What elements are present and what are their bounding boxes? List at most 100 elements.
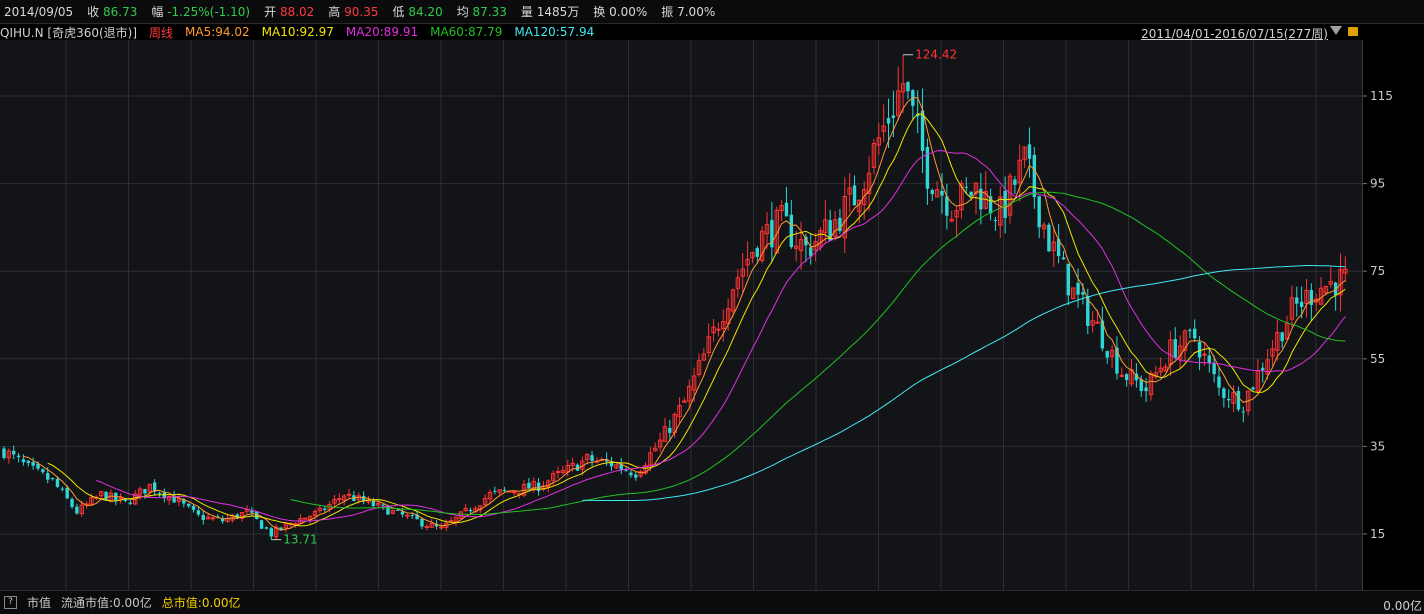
axis-tick-label: 95 bbox=[1370, 177, 1385, 191]
candle-body bbox=[323, 508, 327, 510]
candle-body bbox=[1295, 297, 1299, 304]
candle-body bbox=[439, 526, 444, 529]
candle-body bbox=[60, 488, 65, 490]
candle-body bbox=[1261, 367, 1265, 371]
candle-body bbox=[1047, 224, 1051, 252]
candle-body bbox=[1013, 179, 1017, 185]
candle-body bbox=[906, 81, 910, 92]
change-label: 幅 bbox=[151, 5, 164, 19]
chart-plot-area[interactable]: 124.42 13.71 bbox=[0, 40, 1362, 590]
candle-body bbox=[1212, 363, 1216, 375]
candle-body bbox=[1188, 329, 1192, 331]
low-label: 低 bbox=[392, 5, 405, 19]
axis-tick-label: 15 bbox=[1370, 527, 1385, 541]
ma20-line bbox=[96, 150, 1346, 522]
candle-body bbox=[46, 473, 50, 480]
candle-body bbox=[789, 214, 794, 248]
period-label[interactable]: 周线 bbox=[149, 24, 173, 41]
high-quote: 高 90.35 bbox=[328, 3, 378, 20]
volume-label: 量 bbox=[520, 5, 533, 19]
candle-body bbox=[930, 190, 934, 195]
quote-bar: 2014/09/05 收 86.73 幅 -1.25%(-1.10) 开 88.… bbox=[0, 0, 1424, 24]
candle-body bbox=[337, 498, 342, 501]
candle-body bbox=[410, 515, 414, 517]
dropdown-triangle-icon[interactable] bbox=[1330, 26, 1342, 35]
volume-quote: 量 1485万 bbox=[521, 3, 579, 20]
candle-body bbox=[1037, 196, 1041, 228]
ma60-legend: MA60:87.79 bbox=[430, 25, 503, 39]
candle-body bbox=[502, 489, 507, 491]
candle-body bbox=[424, 525, 430, 528]
stock-symbol[interactable]: QIHU.N [奇虎360(退市)] bbox=[0, 24, 137, 41]
avg-quote: 均 87.33 bbox=[457, 3, 507, 20]
candle-body bbox=[264, 527, 269, 529]
candle-body bbox=[1124, 374, 1129, 380]
candle-body bbox=[70, 498, 74, 507]
ma120-line bbox=[582, 265, 1346, 501]
candle-body bbox=[128, 502, 133, 504]
candle-body bbox=[716, 328, 721, 331]
candle-body bbox=[31, 462, 35, 466]
help-icon[interactable]: ? bbox=[4, 596, 17, 609]
open-quote: 开 88.02 bbox=[264, 3, 314, 20]
candle-body bbox=[259, 520, 264, 529]
candle-body bbox=[1076, 282, 1080, 295]
ma5-legend: MA5:94.02 bbox=[185, 25, 250, 39]
candle-body bbox=[210, 517, 216, 520]
price-axis: 15 35 55 75 95 115 bbox=[1362, 40, 1424, 590]
close-quote: 收 86.73 bbox=[87, 3, 137, 20]
candle-body bbox=[940, 190, 944, 196]
candle-body bbox=[250, 510, 254, 513]
change-quote: 幅 -1.25%(-1.10) bbox=[151, 3, 250, 20]
ma5-line bbox=[23, 97, 1346, 531]
candle-body bbox=[755, 248, 759, 257]
market-cap-label: 市值 bbox=[27, 596, 52, 610]
candle-body bbox=[143, 488, 147, 494]
candle-body bbox=[405, 514, 410, 517]
candle-body bbox=[41, 469, 45, 473]
low-value: 84.20 bbox=[408, 5, 443, 19]
candle-body bbox=[1139, 379, 1143, 391]
lock-icon[interactable] bbox=[1348, 27, 1358, 36]
ma10-line bbox=[47, 113, 1346, 527]
candle-body bbox=[852, 185, 857, 206]
candle-body bbox=[1251, 387, 1255, 390]
ma120-legend: MA120:57.94 bbox=[514, 25, 595, 39]
candles bbox=[2, 54, 1348, 541]
candle-body bbox=[371, 500, 376, 507]
candle-body bbox=[886, 117, 891, 124]
price-axis-labels: 15 35 55 75 95 115 bbox=[1363, 89, 1393, 541]
candle-body bbox=[1227, 398, 1231, 401]
min-price-label: 13.71 bbox=[283, 533, 317, 547]
candle-body bbox=[668, 427, 672, 433]
candle-body bbox=[1241, 411, 1245, 413]
candle-body bbox=[21, 459, 26, 463]
change-value: -1.25%(-1.10) bbox=[167, 5, 251, 19]
candlestick-chart[interactable]: 124.42 13.71 bbox=[0, 40, 1362, 590]
candle-body bbox=[1061, 257, 1066, 260]
total-market-cap: 总市值:0.00亿 bbox=[161, 596, 241, 610]
candle-body bbox=[468, 509, 473, 512]
candle-body bbox=[12, 450, 16, 455]
candle-body bbox=[945, 196, 949, 216]
candle-body bbox=[1280, 332, 1284, 342]
candle-body bbox=[1032, 154, 1037, 198]
candle-body bbox=[420, 518, 424, 527]
amplitude-label: 振 bbox=[661, 5, 674, 19]
candle-body bbox=[1309, 290, 1314, 305]
candle-body bbox=[1222, 388, 1226, 398]
candle-body bbox=[1027, 144, 1032, 159]
candle-body bbox=[269, 528, 273, 537]
ma10-legend: MA10:92.97 bbox=[261, 25, 334, 39]
candle-body bbox=[1197, 341, 1202, 358]
candle-body bbox=[104, 491, 108, 501]
ma60-line bbox=[290, 191, 1346, 515]
turnover-value: 0.00% bbox=[609, 5, 648, 19]
candle-body bbox=[381, 504, 385, 506]
candle-body bbox=[1217, 376, 1221, 388]
high-value: 90.35 bbox=[344, 5, 379, 19]
turnover-quote: 换 0.00% bbox=[593, 3, 647, 20]
candle-body bbox=[629, 472, 633, 476]
candle-body bbox=[493, 490, 497, 492]
max-price-label: 124.42 bbox=[915, 48, 957, 62]
